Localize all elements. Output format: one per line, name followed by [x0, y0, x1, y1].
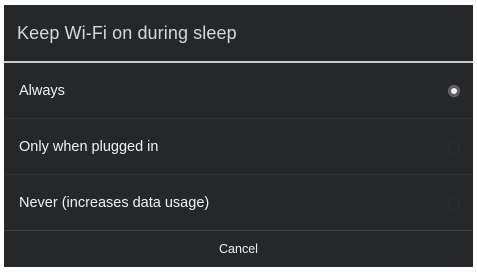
option-label: Never (increases data usage): [19, 194, 210, 211]
radio-selected-icon[interactable]: [448, 84, 460, 97]
option-label: Always: [19, 82, 65, 99]
option-never[interactable]: Never (increases data usage): [4, 175, 473, 231]
options-list: Always Only when plugged in Never (incre…: [4, 63, 473, 231]
option-label: Only when plugged in: [19, 138, 159, 155]
dialog-title-bar: Keep Wi-Fi on during sleep: [4, 5, 473, 63]
radio-unselected-icon[interactable]: [448, 196, 460, 209]
option-only-when-plugged-in[interactable]: Only when plugged in: [4, 119, 473, 175]
wifi-sleep-dialog: Keep Wi-Fi on during sleep Always Only w…: [4, 5, 473, 267]
radio-unselected-icon[interactable]: [448, 140, 460, 153]
option-always[interactable]: Always: [4, 63, 473, 119]
dialog-title: Keep Wi-Fi on during sleep: [17, 22, 237, 43]
cancel-label: Cancel: [219, 242, 258, 256]
cancel-button[interactable]: Cancel: [4, 231, 473, 267]
